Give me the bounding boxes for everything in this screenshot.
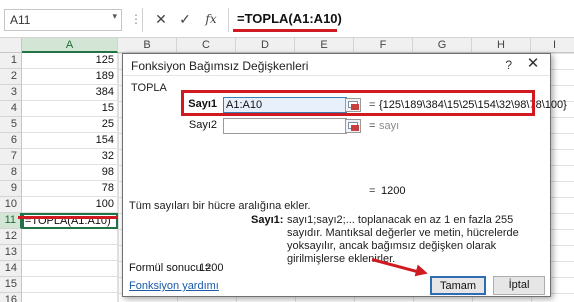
- cell[interactable]: [22, 277, 118, 293]
- cell[interactable]: 125: [22, 53, 118, 69]
- formula-bar: A11 ▾ ⋮ ✕ ✓ fx =TOPLA(A1:A10): [0, 0, 574, 38]
- row-header[interactable]: 15: [0, 277, 22, 293]
- row-header[interactable]: 13: [0, 245, 22, 261]
- name-box[interactable]: A11 ▾: [4, 9, 122, 31]
- total-equals: =: [369, 185, 376, 197]
- cell[interactable]: [22, 245, 118, 261]
- row-header[interactable]: 1: [0, 53, 22, 69]
- cancel-entry-icon[interactable]: ✕: [152, 10, 170, 28]
- column-header-g[interactable]: G: [413, 38, 472, 53]
- column-header-a[interactable]: A: [22, 38, 118, 53]
- name-box-value: A11: [10, 13, 31, 27]
- cell[interactable]: 15: [22, 101, 118, 117]
- row-header[interactable]: 4: [0, 101, 22, 117]
- cell[interactable]: 189: [22, 69, 118, 85]
- annotation-underline: [233, 29, 337, 32]
- formula-result-value: 1200: [199, 262, 224, 274]
- arg2-input[interactable]: [223, 118, 347, 134]
- row-header[interactable]: 8: [0, 165, 22, 181]
- cancel-button[interactable]: İptal: [493, 276, 545, 295]
- column-header-b[interactable]: B: [118, 38, 177, 53]
- row-header[interactable]: 7: [0, 149, 22, 165]
- cell[interactable]: 384: [22, 85, 118, 101]
- row-header[interactable]: 10: [0, 197, 22, 213]
- arg2-equals: =: [369, 120, 376, 132]
- close-icon[interactable]: ✕: [522, 55, 544, 73]
- row-header[interactable]: 9: [0, 181, 22, 197]
- collapse-dialog-icon[interactable]: [345, 119, 361, 133]
- row-header[interactable]: 16: [0, 293, 22, 302]
- row-header[interactable]: 14: [0, 261, 22, 277]
- column-header-f[interactable]: F: [354, 38, 413, 53]
- arg2-result: sayı: [379, 120, 400, 132]
- column-header-h[interactable]: H: [472, 38, 531, 53]
- arg2-label: Sayı2: [188, 119, 217, 131]
- row-header[interactable]: 5: [0, 117, 22, 133]
- cell[interactable]: 78: [22, 181, 118, 197]
- function-description: Tüm sayıları bir hücre aralığına ekler.: [129, 200, 311, 212]
- column-header-i[interactable]: I: [531, 38, 574, 53]
- divider: [142, 8, 143, 32]
- row-header[interactable]: 6: [0, 133, 22, 149]
- cell[interactable]: 25: [22, 117, 118, 133]
- function-help-link[interactable]: Fonksiyon yardımı: [129, 280, 219, 292]
- column-header-c[interactable]: C: [177, 38, 236, 53]
- insert-function-icon[interactable]: fx: [202, 10, 220, 28]
- cell[interactable]: 98: [22, 165, 118, 181]
- column-header-e[interactable]: E: [295, 38, 354, 53]
- cell[interactable]: [22, 293, 118, 302]
- cell[interactable]: 154: [22, 133, 118, 149]
- select-all-corner[interactable]: [0, 38, 22, 53]
- enter-entry-icon[interactable]: ✓: [176, 10, 194, 28]
- row-header[interactable]: 3: [0, 85, 22, 101]
- help-icon[interactable]: ?: [505, 58, 512, 72]
- dialog-title: Fonksiyon Bağımsız Değişkenleri: [131, 59, 309, 73]
- function-arguments-dialog: Fonksiyon Bağımsız Değişkenleri ? ✕ TOPL…: [122, 53, 567, 297]
- annotation-underline: [18, 216, 118, 219]
- row-header[interactable]: 12: [0, 229, 22, 245]
- dialog-titlebar[interactable]: Fonksiyon Bağımsız Değişkenleri ? ✕: [123, 54, 550, 76]
- cell[interactable]: 32: [22, 149, 118, 165]
- function-name: TOPLA: [131, 82, 167, 94]
- argument-description: sayı1;sayı2;... toplanacak en az 1 en fa…: [287, 214, 519, 265]
- row-header[interactable]: 2: [0, 69, 22, 85]
- argument-description-name: Sayı1:: [251, 214, 284, 226]
- chevron-down-icon[interactable]: ▾: [112, 11, 117, 22]
- ok-button[interactable]: Tamam: [430, 276, 486, 295]
- column-header-d[interactable]: D: [236, 38, 295, 53]
- cell[interactable]: 100: [22, 197, 118, 213]
- cell[interactable]: [22, 229, 118, 245]
- annotation-highlight-box: [181, 90, 535, 116]
- drag-handle-icon[interactable]: ⋮: [130, 12, 142, 26]
- function-total: 1200: [381, 185, 406, 197]
- cell[interactable]: [22, 261, 118, 277]
